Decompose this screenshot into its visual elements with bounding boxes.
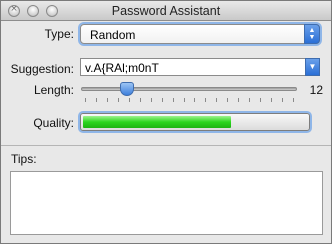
quality-label: Quality:: [33, 116, 74, 130]
length-slider-tick: [106, 98, 108, 102]
length-slider-tick: [249, 98, 251, 102]
section-divider: [1, 145, 331, 146]
suggestion-field[interactable]: v.A{RAl;m0nT: [85, 61, 159, 75]
length-slider-tick: [150, 98, 152, 102]
length-slider-tick: [194, 98, 196, 102]
suggestion-combo[interactable]: v.A{RAl;m0nT ▼: [80, 58, 320, 76]
length-slider-tick: [260, 98, 262, 102]
type-popup[interactable]: Random ▲ ▼: [80, 24, 320, 44]
tips-label: Tips:: [11, 152, 37, 166]
length-slider-tick: [293, 98, 294, 102]
length-slider-tick: [139, 98, 141, 102]
length-slider-knob[interactable]: [119, 82, 134, 96]
tips-text-area: [10, 171, 323, 235]
length-slider-tick: [282, 98, 284, 102]
length-slider-tick: [238, 98, 240, 102]
length-slider-tick: [128, 98, 130, 102]
window-title: Password Assistant: [111, 4, 221, 18]
length-slider-tick: [216, 98, 218, 102]
up-down-arrows-icon: ▲ ▼: [304, 24, 320, 44]
length-slider-tick: [271, 98, 273, 102]
password-assistant-window: × Password Assistant Type: Random ▲ ▼ Sug…: [0, 0, 332, 244]
length-slider-track[interactable]: [81, 87, 297, 91]
length-slider-tick: [161, 98, 163, 102]
length-label: Length:: [33, 83, 74, 97]
suggestion-label: Suggestion:: [10, 62, 74, 76]
length-slider-tick: [172, 98, 174, 102]
length-slider-tick: [117, 98, 119, 102]
length-slider-tick: [85, 98, 86, 102]
quality-meter: [80, 113, 310, 131]
title-bar[interactable]: × Password Assistant: [1, 1, 331, 21]
length-slider-tick: [227, 98, 229, 102]
length-value: 12: [309, 83, 323, 97]
length-slider-tick: [95, 98, 97, 102]
length-slider-tick: [183, 98, 185, 102]
quality-meter-fill: [83, 116, 231, 128]
type-popup-value: Random: [90, 28, 136, 42]
type-label: Type:: [44, 27, 74, 41]
length-slider-tick: [205, 98, 207, 102]
chevron-down-icon[interactable]: ▼: [305, 58, 320, 76]
